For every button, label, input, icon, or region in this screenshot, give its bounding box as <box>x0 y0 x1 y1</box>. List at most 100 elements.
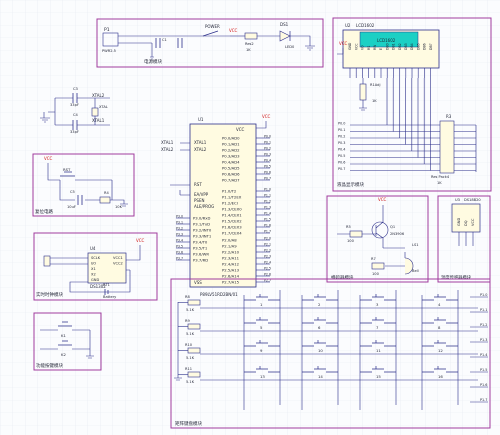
power-led-ds: DS1 <box>280 22 289 27</box>
lcd-screen-text: LCD1602 <box>377 38 396 43</box>
key-net-label: P1.0 <box>480 293 487 297</box>
key-res-name: R9 <box>185 319 190 323</box>
mcu-pin-label: P1.6/CEX3 <box>222 225 242 230</box>
lcd-rp-val: 1K <box>437 181 442 185</box>
key-resistor <box>187 323 201 330</box>
mcu-pin-label: P2.5/A13 <box>222 268 240 273</box>
key-res-name: R8 <box>185 295 190 299</box>
rtc-pin-label: X2 <box>91 273 96 277</box>
mcu-pin-label: P3.1/TxD <box>193 222 210 227</box>
temp-pin-label: GND <box>457 218 461 226</box>
lcd-potentiometer <box>359 83 367 101</box>
switch-k2: K2 <box>61 352 66 357</box>
mcu-pin-label: P1.7/CEX4 <box>222 231 242 236</box>
temp-chip-body <box>451 203 481 233</box>
power-switch-label: POWER <box>205 24 220 29</box>
mcu-pin-label: P0.4/AD4 <box>222 160 240 165</box>
lcd-rp-name: Res Pack4 <box>431 175 450 179</box>
reset-res-val: 10K <box>115 205 123 209</box>
temp-u: U3 <box>455 198 460 202</box>
mcu-net-label: P0.1 <box>264 140 271 144</box>
mcu-net-label: P3.2 <box>176 226 183 230</box>
rtc-battery: Battery <box>103 295 117 299</box>
mcu-pin-label: P1.1/T2EX <box>222 195 242 200</box>
mcu-net-label: P0.7 <box>264 176 271 180</box>
rtc-pin-label: VCC1 <box>113 256 123 260</box>
buzzer-module-title: 蜂鸣器模块 <box>331 274 354 281</box>
buzzer-q-type: 2N3906 <box>390 232 405 236</box>
key-number: 14 <box>318 374 323 379</box>
key-res-name: R10 <box>185 343 193 347</box>
rtc-pin-label: GND <box>91 278 99 282</box>
lcd-pin-label: GND <box>348 42 352 50</box>
mcu-pin-label: P0.7/AD7 <box>222 178 240 183</box>
lcd-pin-label: DB1 <box>392 43 396 50</box>
crystal-xtal-name: XTAL <box>99 105 108 109</box>
mcu-pin-label: P2.3/A11 <box>222 256 240 261</box>
mcu-net-label: P1.4 <box>264 211 271 215</box>
key-number: 12 <box>438 348 443 353</box>
crystal-c4: C4 <box>73 113 79 117</box>
lcd-pin-label: RS <box>367 46 371 50</box>
switch-module-title: 功能按键模块 <box>36 362 63 369</box>
key-res-val: 5.1K <box>186 308 195 312</box>
lcd-pin-label: DB3 <box>404 43 408 50</box>
lcd-net-label: P0.0 <box>338 121 345 125</box>
crystal-c3: C3 <box>73 87 78 91</box>
mcu-psen: PSEN <box>194 198 204 203</box>
key-res-val: 5.1K <box>186 356 195 360</box>
lcd-pin-label: E <box>379 48 383 50</box>
buzzer-r: R5 <box>346 225 351 229</box>
key-number: 11 <box>376 348 381 353</box>
mcu-pin-label: P0.5/AD5 <box>222 166 240 171</box>
lcd-pin-label: RW <box>373 44 377 50</box>
mcu-net-label: P3.3 <box>176 232 183 236</box>
lcd-pin-label: VCC <box>354 43 358 50</box>
mcu-pin-label: P2.4/A12 <box>222 262 240 267</box>
buzzer-ls-name: Bell <box>412 269 419 273</box>
power-res-val: 1K <box>246 48 251 52</box>
mcu-net-label: P1.7 <box>264 229 271 233</box>
mcu-net-label: P1.0 <box>264 187 271 191</box>
power-cap-label: C1 <box>162 38 167 42</box>
crystal-oscillator <box>91 107 99 117</box>
mcu-pin-label: P2.1/A9 <box>222 244 237 249</box>
mcu-pin-label: P3.0/RxD <box>193 216 210 221</box>
mcu-net-label: P3.6 <box>176 250 183 254</box>
mcu-xtal2: XTAL2 <box>194 147 207 152</box>
mcu-net-label: P2.1 <box>264 242 271 246</box>
mcu-net-label: P3.5 <box>176 244 183 248</box>
mcu-pin-label: P2.0/A8 <box>222 238 237 243</box>
keys-module-title: 矩阵键盘模块 <box>175 420 202 427</box>
lcd-net-label: P0.2 <box>338 134 345 138</box>
buzzer-vcc: VCC <box>378 197 387 202</box>
temp-chip: DS18B20 <box>464 198 481 202</box>
reset-cap-val: 10uF <box>67 205 76 209</box>
reset-res: R4 <box>104 191 109 195</box>
lcd-adj: R1Adj <box>370 83 380 87</box>
lcd-pin-label: DB5 <box>416 43 420 50</box>
reset-cap: C5 <box>70 190 75 194</box>
mcu-pin-label: P3.4/T0 <box>193 240 208 245</box>
key-net-label: P1.3 <box>480 338 487 342</box>
mcu-net-label: P2.5 <box>264 266 271 270</box>
rtc-vcc: VCC <box>136 238 145 243</box>
key-res-name: R11 <box>185 367 192 371</box>
power-connector-name: PWR2.5 <box>102 49 116 53</box>
mcu-pin-label: P2.7/A15 <box>222 280 240 285</box>
power-led-name: LED0 <box>285 45 295 49</box>
mcu-net-label: P2.0 <box>264 236 271 240</box>
key-net-label: P1.5 <box>480 368 487 372</box>
lcd-pin-label: DB4 <box>410 43 414 50</box>
mcu-pin-label: P0.6/AD6 <box>222 172 240 177</box>
crystal-xtal2: XTAL2 <box>92 93 105 98</box>
mcu-xtal1-net: XTAL1 <box>161 140 174 145</box>
key-number: 16 <box>438 374 443 379</box>
key-number: 15 <box>376 374 381 379</box>
power-res-name: Res2 <box>245 42 254 46</box>
mcu-vcc-net: VCC <box>262 114 271 119</box>
lcd-rp: R3 <box>446 114 452 119</box>
mcu-pin-label: P3.7/RD <box>193 258 208 263</box>
key-res-val: 5.1K <box>186 380 195 384</box>
key-res-val: 5.1K <box>186 332 195 336</box>
